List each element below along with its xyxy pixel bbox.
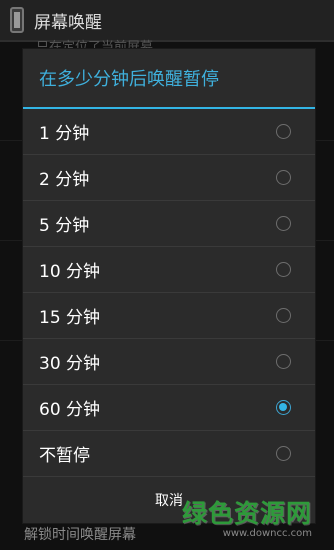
radio-unchecked-icon[interactable] [276,124,291,139]
option-row-no-pause[interactable]: 不暂停 [23,431,315,477]
radio-unchecked-icon[interactable] [276,354,291,369]
option-list: 1 分钟 2 分钟 5 分钟 10 分钟 15 分钟 30 分钟 60 分钟 不… [23,109,315,477]
option-label: 60 分钟 [39,400,101,420]
radio-unchecked-icon[interactable] [276,262,291,277]
option-row-60-min[interactable]: 60 分钟 [23,385,315,431]
wake-pause-dialog: 在多少分钟后唤醒暂停 1 分钟 2 分钟 5 分钟 10 分钟 15 分钟 30… [22,48,316,524]
option-row-30-min[interactable]: 30 分钟 [23,339,315,385]
option-row-1-min[interactable]: 1 分钟 [23,109,315,155]
app-phone-icon[interactable] [10,7,24,33]
option-label: 10 分钟 [39,262,101,282]
option-label: 15 分钟 [39,308,101,328]
option-row-15-min[interactable]: 15 分钟 [23,293,315,339]
option-row-10-min[interactable]: 10 分钟 [23,247,315,293]
option-label: 1 分钟 [39,124,90,144]
option-row-2-min[interactable]: 2 分钟 [23,155,315,201]
radio-unchecked-icon[interactable] [276,308,291,323]
option-row-5-min[interactable]: 5 分钟 [23,201,315,247]
app-title: 屏幕唤醒 [34,12,102,33]
watermark-logo-text: 绿色资源网 [181,499,312,528]
radio-checked-icon[interactable] [276,400,291,415]
radio-unchecked-icon[interactable] [276,216,291,231]
option-label: 2 分钟 [39,170,90,190]
option-label: 不暂停 [39,446,90,466]
radio-unchecked-icon[interactable] [276,170,291,185]
dialog-title: 在多少分钟后唤醒暂停 [23,49,315,109]
watermark: 绿色资源网 www.downcc.com [182,494,312,539]
option-label: 5 分钟 [39,216,90,236]
option-label: 30 分钟 [39,354,101,374]
background-setting-unlock-wake[interactable]: 解锁时间唤醒屏幕 [24,524,136,544]
radio-unchecked-icon[interactable] [276,446,291,461]
